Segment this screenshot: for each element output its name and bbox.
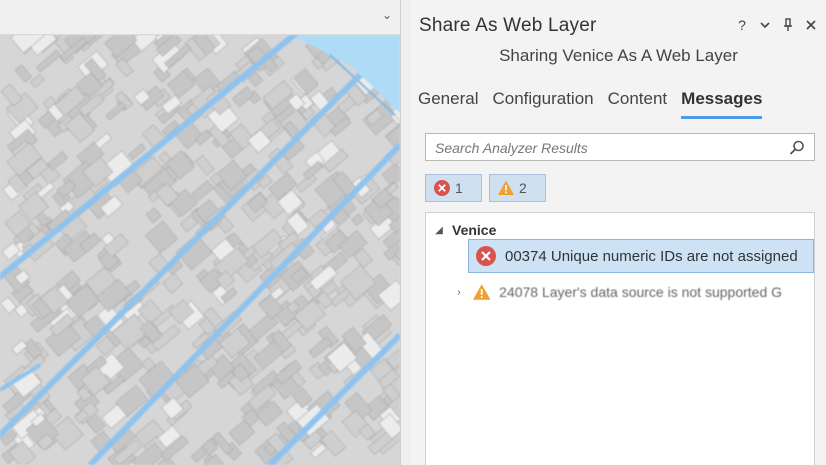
severity-filters: 1 2 [425, 174, 546, 202]
search-input[interactable] [433, 137, 777, 159]
tab-content[interactable]: Content [608, 88, 668, 116]
pane-subtitle: Sharing Venice As A Web Layer [499, 46, 738, 65]
analyzer-results-tree: ◢ Venice 00374 Unique numeric IDs are no… [425, 212, 815, 465]
message-row-warning[interactable]: › 24078 Layer's data source is not suppo… [454, 275, 814, 309]
map-canvas[interactable] [0, 35, 400, 465]
help-icon[interactable]: ? [735, 16, 749, 34]
error-count: 1 [455, 180, 463, 196]
pane-title: Share As Web Layer [419, 15, 597, 36]
message-row-error[interactable]: 00374 Unique numeric IDs are not assigne… [468, 239, 814, 273]
group-label: Venice [452, 222, 497, 238]
pane-controls: ? [735, 16, 818, 34]
tab-configuration[interactable]: Configuration [492, 88, 593, 116]
expand-arrow-icon[interactable]: › [454, 287, 464, 298]
options-chevron-icon[interactable] [758, 16, 772, 34]
search-box [425, 133, 815, 161]
message-text: 24078 Layer's data source is not support… [499, 284, 783, 300]
error-icon [434, 180, 450, 196]
message-text: 00374 Unique numeric IDs are not assigne… [505, 247, 798, 265]
warning-filter-button[interactable]: 2 [489, 174, 546, 202]
warning-count: 2 [519, 180, 527, 196]
chevron-down-icon[interactable]: ⌄ [380, 8, 394, 22]
map-header-bar: ⌄ [0, 0, 400, 35]
results-group-venice[interactable]: ◢ Venice [434, 221, 496, 239]
warning-icon [498, 180, 514, 195]
error-filter-button[interactable]: 1 [425, 174, 482, 202]
pin-icon[interactable] [781, 16, 795, 34]
tab-messages[interactable]: Messages [681, 88, 763, 119]
share-web-layer-pane: Share As Web Layer ? Sharing Venice As A… [411, 0, 826, 465]
search-icon[interactable] [788, 139, 806, 157]
expand-triangle-icon[interactable]: ◢ [434, 225, 444, 236]
close-icon[interactable] [804, 16, 818, 34]
venice-street-map [0, 35, 400, 465]
warning-icon [472, 284, 491, 300]
map-view[interactable]: ⌄ [0, 0, 400, 465]
error-icon [476, 246, 496, 266]
tab-strip: General Configuration Content Messages [418, 88, 763, 119]
app-window: ⌄ Share As Web Layer ? Sharing Venice As… [0, 0, 826, 465]
tab-general[interactable]: General [418, 88, 478, 116]
